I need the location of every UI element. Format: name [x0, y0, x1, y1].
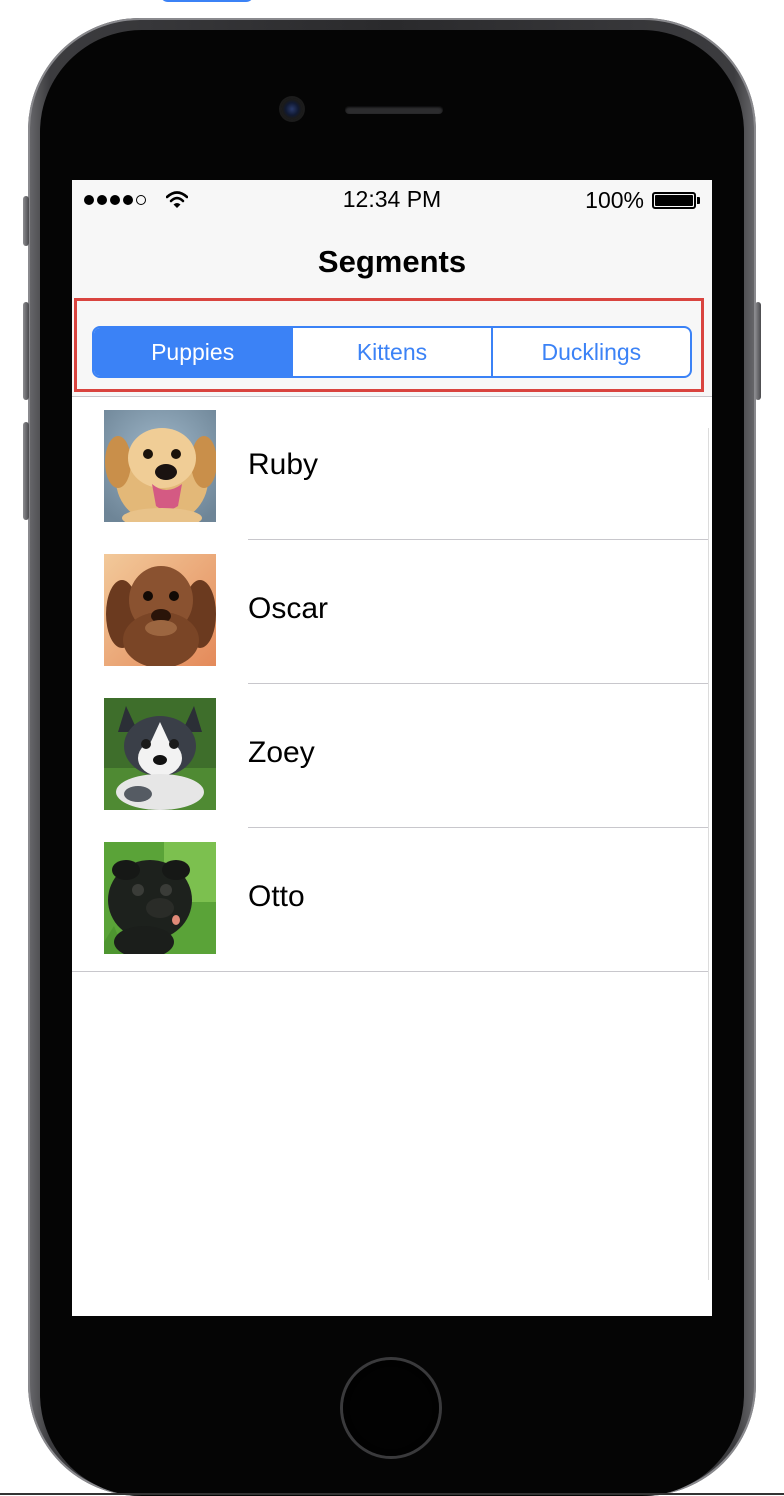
husky-puppy-photo: [104, 698, 216, 810]
list-item-name: Otto: [248, 880, 305, 913]
list-item[interactable]: Otto: [72, 828, 708, 972]
segment-puppies[interactable]: Puppies: [94, 328, 292, 376]
list-item-name: Zoey: [248, 736, 315, 769]
frame-bottom-border: [0, 1493, 784, 1495]
segment-ducklings[interactable]: Ducklings: [490, 328, 690, 376]
power-button: [755, 302, 761, 400]
list-item-name: Ruby: [248, 448, 319, 481]
navigation-bar: 12:34 PM 100% Segments Puppies Kittens D…: [72, 180, 712, 397]
list-item[interactable]: Ruby: [72, 396, 708, 540]
mute-switch: [23, 196, 29, 246]
battery-terminal: [697, 197, 700, 204]
golden-retriever-puppy-photo: [104, 410, 216, 522]
home-button[interactable]: [343, 1360, 439, 1456]
black-pug-puppy-photo: [104, 842, 216, 954]
app-screen: 12:34 PM 100% Segments Puppies Kittens D…: [72, 180, 712, 1316]
animal-list: Ruby Oscar Zoey Otto: [72, 396, 708, 972]
list-item[interactable]: Oscar: [72, 540, 708, 684]
partial-button-edge: [160, 0, 254, 2]
list-item-name: Oscar: [248, 592, 329, 625]
list-item[interactable]: Zoey: [72, 684, 708, 828]
segmented-control[interactable]: Puppies Kittens Ducklings: [92, 326, 692, 378]
scroll-indicator-track: [708, 428, 712, 1280]
volume-up-button: [23, 302, 29, 400]
battery-level: [655, 195, 693, 206]
status-bar: 12:34 PM 100%: [72, 180, 712, 220]
volume-down-button: [23, 422, 29, 520]
earpiece-speaker: [345, 106, 443, 114]
page-title: Segments: [317, 244, 467, 279]
battery-percentage: 100%: [585, 187, 644, 213]
brown-dachshund-puppy-photo: [104, 554, 216, 666]
battery-icon: [652, 192, 696, 209]
segment-kittens[interactable]: Kittens: [291, 328, 490, 376]
front-camera: [281, 98, 303, 120]
page: 12:34 PM 100% Segments Puppies Kittens D…: [0, 0, 784, 1496]
